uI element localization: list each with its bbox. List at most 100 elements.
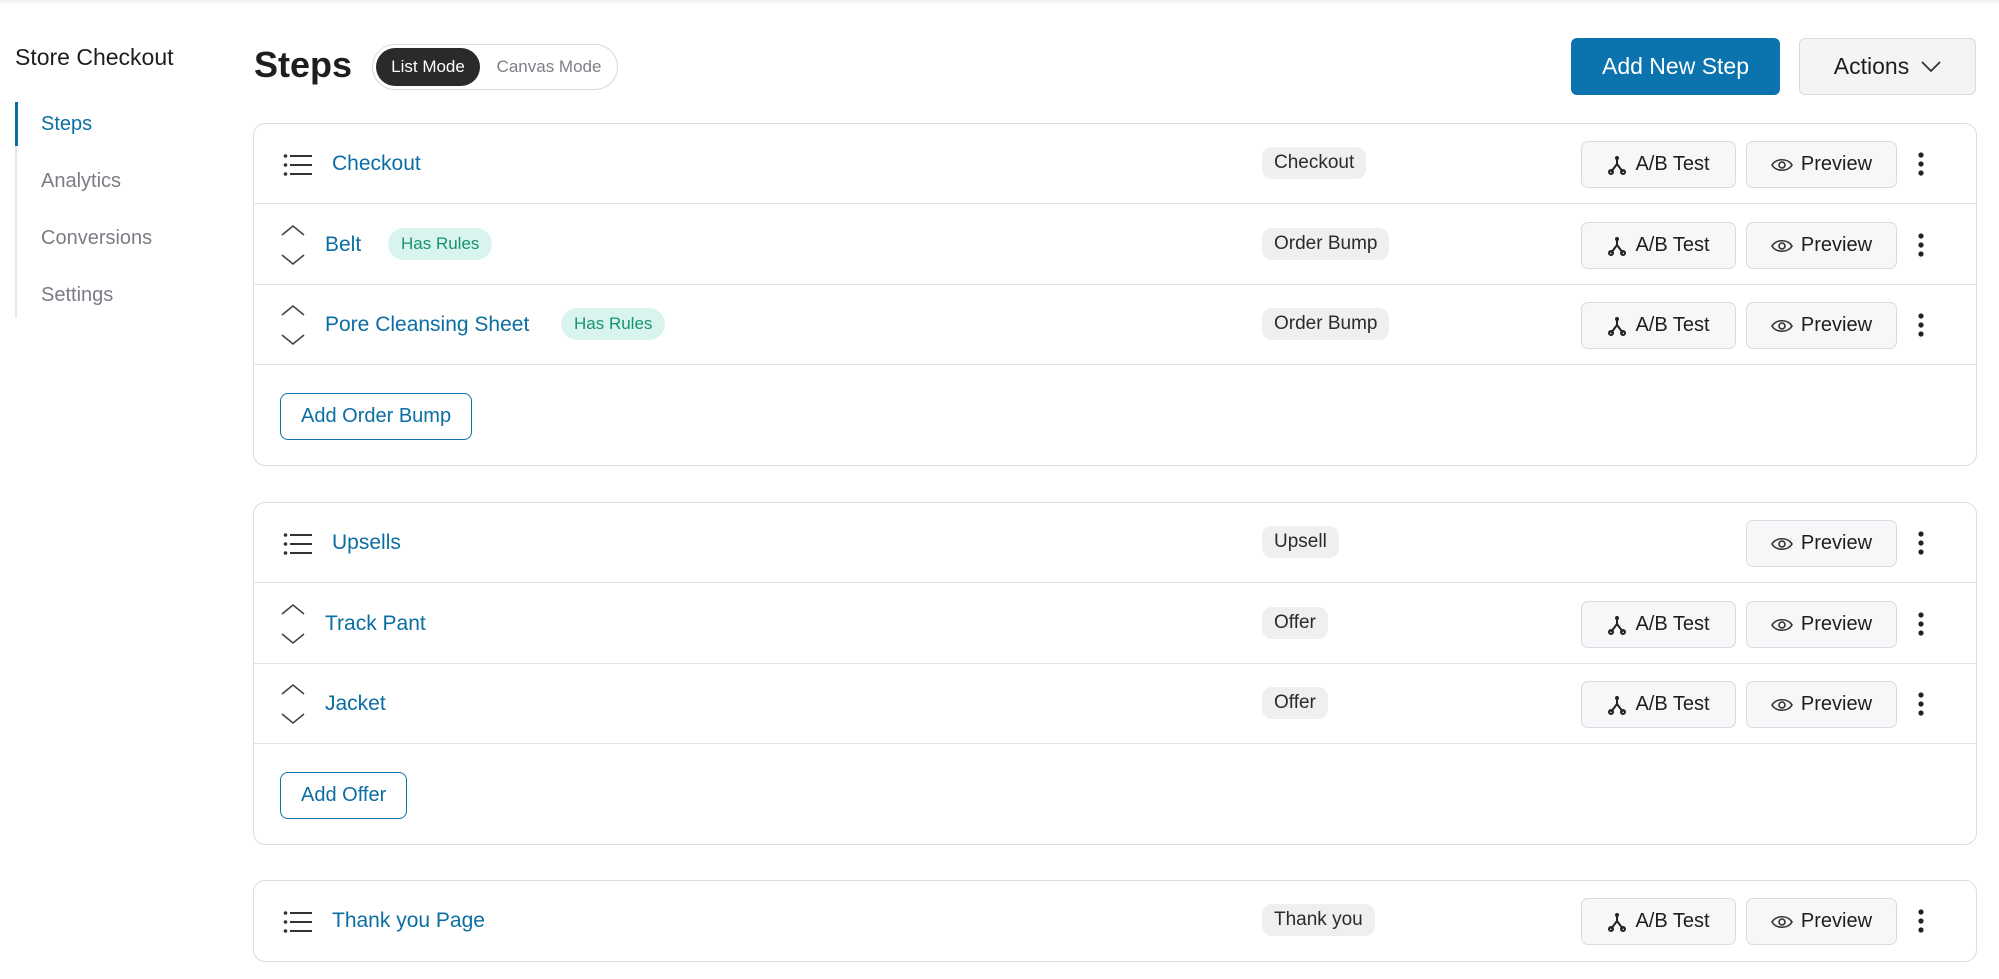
ab-test-branch-icon <box>1607 912 1627 932</box>
ab-test-label: A/B Test <box>1635 314 1710 336</box>
more-options-button[interactable] <box>1908 684 1934 724</box>
preview-button[interactable]: Preview <box>1746 520 1897 567</box>
step-row-belt: Belt Has Rules Order Bump A/B Test Previ… <box>254 205 1976 285</box>
step-type-badge: Upsell <box>1262 526 1339 558</box>
ab-test-label: A/B Test <box>1635 234 1710 256</box>
step-type-badge: Order Bump <box>1262 228 1390 260</box>
step-type-badge: Thank you <box>1262 904 1375 936</box>
step-row-track-pant: Track Pant Offer A/B Test Preview <box>254 584 1976 664</box>
preview-button[interactable]: Preview <box>1746 601 1897 648</box>
more-vertical-icon <box>1918 531 1924 555</box>
more-vertical-icon <box>1918 692 1924 716</box>
more-options-button[interactable] <box>1908 901 1934 941</box>
preview-label: Preview <box>1800 314 1873 336</box>
ab-test-branch-icon <box>1607 615 1627 635</box>
preview-label: Preview <box>1800 153 1873 175</box>
ab-test-label: A/B Test <box>1635 693 1710 715</box>
step-name-link[interactable]: Track Pant <box>325 584 426 664</box>
list-icon <box>283 532 313 556</box>
step-row-checkout: Checkout Checkout A/B Test Preview <box>254 124 1976 204</box>
ab-test-branch-icon <box>1607 316 1627 336</box>
reorder-arrows-icon[interactable] <box>280 602 306 646</box>
eye-icon <box>1770 239 1793 253</box>
step-name-link[interactable]: Thank you Page <box>332 881 485 961</box>
more-options-button[interactable] <box>1908 144 1934 184</box>
more-vertical-icon <box>1918 909 1924 933</box>
ab-test-branch-icon <box>1607 236 1627 256</box>
add-order-bump-button[interactable]: Add Order Bump <box>280 393 473 440</box>
sidebar-item-conversions[interactable]: Conversions <box>15 216 215 260</box>
sidebar-item-analytics[interactable]: Analytics <box>15 159 215 203</box>
ab-test-button[interactable]: A/B Test <box>1581 681 1736 728</box>
reorder-arrows-icon[interactable] <box>280 223 306 267</box>
step-row-pore-cleansing-sheet: Pore Cleansing Sheet Has Rules Order Bum… <box>254 285 1976 365</box>
more-vertical-icon <box>1918 612 1924 636</box>
step-row-thank-you-page: Thank you Page Thank you A/B Test Previe… <box>254 881 1976 961</box>
preview-button[interactable]: Preview <box>1746 222 1897 269</box>
add-offer-button[interactable]: Add Offer <box>280 772 408 819</box>
sidebar-item-steps[interactable]: Steps <box>15 102 215 146</box>
step-name-link[interactable]: Belt <box>325 205 361 285</box>
eye-icon <box>1770 698 1793 712</box>
more-options-button[interactable] <box>1908 523 1934 563</box>
step-row-jacket: Jacket Offer A/B Test Preview <box>254 664 1976 744</box>
step-name-link[interactable]: Checkout <box>332 124 421 204</box>
preview-label: Preview <box>1800 613 1873 635</box>
preview-button[interactable]: Preview <box>1746 302 1897 349</box>
add-order-bump-row: Add Order Bump <box>254 366 1976 466</box>
step-name-link[interactable]: Pore Cleansing Sheet <box>325 285 529 365</box>
preview-button[interactable]: Preview <box>1746 898 1897 945</box>
preview-label: Preview <box>1800 693 1873 715</box>
sidebar-nav: Steps Analytics Conversions Settings <box>15 102 215 318</box>
add-offer-row: Add Offer <box>254 745 1976 845</box>
eye-icon <box>1770 618 1793 632</box>
list-mode-button[interactable]: List Mode <box>376 48 480 86</box>
more-options-button[interactable] <box>1908 305 1934 345</box>
more-vertical-icon <box>1918 152 1924 176</box>
eye-icon <box>1770 319 1793 333</box>
view-mode-toggle: List Mode Canvas Mode <box>372 44 618 90</box>
actions-dropdown-button[interactable]: Actions <box>1799 38 1976 95</box>
ab-test-label: A/B Test <box>1635 613 1710 635</box>
canvas-mode-button[interactable]: Canvas Mode <box>485 48 613 86</box>
ab-test-branch-icon <box>1607 695 1627 715</box>
ab-test-button[interactable]: A/B Test <box>1581 222 1736 269</box>
ab-test-branch-icon <box>1607 155 1627 175</box>
list-icon <box>283 910 313 934</box>
more-options-button[interactable] <box>1908 225 1934 265</box>
step-name-link[interactable]: Jacket <box>325 664 386 744</box>
step-type-badge: Offer <box>1262 607 1328 639</box>
ab-test-label: A/B Test <box>1635 153 1710 175</box>
chevron-down-icon <box>1921 60 1941 73</box>
eye-icon <box>1770 158 1793 172</box>
reorder-arrows-icon[interactable] <box>280 303 306 347</box>
more-options-button[interactable] <box>1908 604 1934 644</box>
eye-icon <box>1770 537 1793 551</box>
step-type-badge: Order Bump <box>1262 308 1390 340</box>
sidebar-title: Store Checkout <box>15 44 174 70</box>
step-name-link[interactable]: Upsells <box>332 503 401 583</box>
step-type-badge: Checkout <box>1262 147 1367 179</box>
ab-test-button[interactable]: A/B Test <box>1581 601 1736 648</box>
preview-label: Preview <box>1800 910 1873 932</box>
preview-button[interactable]: Preview <box>1746 681 1897 728</box>
has-rules-tag: Has Rules <box>388 228 493 260</box>
step-group-upsells: Upsells Upsell Preview Track Pant Offer … <box>253 502 1977 845</box>
ab-test-label: A/B Test <box>1635 910 1710 932</box>
reorder-arrows-icon[interactable] <box>280 682 306 726</box>
list-icon <box>283 153 313 177</box>
top-shadow <box>0 0 1999 4</box>
sidebar: Store Checkout Steps Analytics Conversio… <box>0 0 240 979</box>
ab-test-button[interactable]: A/B Test <box>1581 898 1736 945</box>
ab-test-button[interactable]: A/B Test <box>1581 302 1736 349</box>
sidebar-item-settings[interactable]: Settings <box>15 273 215 317</box>
more-vertical-icon <box>1918 313 1924 337</box>
eye-icon <box>1770 915 1793 929</box>
has-rules-tag: Has Rules <box>561 308 666 340</box>
add-new-step-button[interactable]: Add New Step <box>1571 38 1780 95</box>
preview-button[interactable]: Preview <box>1746 141 1897 188</box>
actions-label: Actions <box>1833 53 1910 79</box>
ab-test-button[interactable]: A/B Test <box>1581 141 1736 188</box>
step-group-checkout: Checkout Checkout A/B Test Preview Belt … <box>253 123 1977 466</box>
step-type-badge: Offer <box>1262 687 1328 719</box>
